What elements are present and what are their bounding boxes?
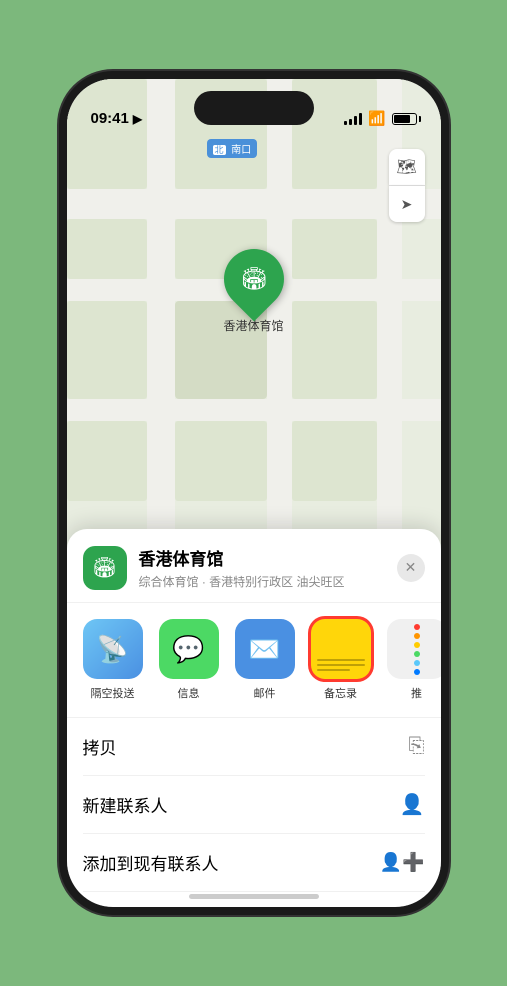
location-info: 香港体育馆 综合体育馆 · 香港特别行政区 油尖旺区 xyxy=(139,545,397,590)
bottom-sheet: 🏟 香港体育馆 综合体育馆 · 香港特别行政区 油尖旺区 ✕ 📡 隔空投送 💬 xyxy=(67,529,441,907)
mail-label: 邮件 xyxy=(254,685,276,701)
location-subtitle: 综合体育馆 · 香港特别行政区 油尖旺区 xyxy=(139,573,397,590)
notes-icon xyxy=(311,619,371,679)
airdrop-label: 隔空投送 xyxy=(91,685,135,701)
share-item-notes[interactable]: 备忘录 xyxy=(311,619,371,701)
map-view-toggle-button[interactable]: 🗺 xyxy=(389,149,425,185)
wifi-icon: 📶 xyxy=(368,110,385,127)
status-icons: 📶 xyxy=(344,110,416,127)
add-existing-label: 添加到现有联系人 xyxy=(83,850,219,875)
map-controls[interactable]: 🗺 ➤ xyxy=(389,149,425,222)
status-time: 09:41 xyxy=(91,110,129,127)
location-button[interactable]: ➤ xyxy=(389,186,425,222)
action-list: 拷贝 ⎘ 新建联系人 👤 添加到现有联系人 👤➕ 添加到新快速备忘录 📋 打印 … xyxy=(67,718,441,915)
location-pin: 🏟 香港体育馆 xyxy=(223,249,283,334)
phone-frame: 09:41 ▶ 📶 xyxy=(59,71,449,915)
action-new-contact[interactable]: 新建联系人 👤 xyxy=(83,776,425,834)
share-item-messages[interactable]: 💬 信息 xyxy=(159,619,219,701)
new-contact-label: 新建联系人 xyxy=(83,792,168,817)
home-indicator xyxy=(189,894,319,899)
battery-icon xyxy=(392,113,417,125)
location-card: 🏟 香港体育馆 综合体育馆 · 香港特别行政区 油尖旺区 ✕ xyxy=(67,529,441,603)
messages-label: 信息 xyxy=(178,685,200,701)
new-contact-icon: 👤 xyxy=(400,792,425,817)
more-icon xyxy=(387,619,441,679)
share-item-airdrop[interactable]: 📡 隔空投送 xyxy=(83,619,143,701)
quick-note-label: 添加到新快速备忘录 xyxy=(83,908,236,915)
share-item-mail[interactable]: ✉️ 邮件 xyxy=(235,619,295,701)
dynamic-island xyxy=(194,91,314,125)
location-arrow-icon: ▶ xyxy=(133,112,142,126)
copy-icon: ⎘ xyxy=(409,735,425,758)
signal-bars-icon xyxy=(344,113,362,125)
share-item-more[interactable]: 推 xyxy=(387,619,441,701)
map-entrance-label: 北 南口 xyxy=(207,139,258,158)
pin-circle: 🏟 xyxy=(211,237,296,322)
add-existing-icon: 👤➕ xyxy=(380,852,425,873)
more-label: 推 xyxy=(411,685,422,701)
messages-icon: 💬 xyxy=(159,619,219,679)
location-name: 香港体育馆 xyxy=(139,545,397,570)
mail-icon: ✉️ xyxy=(235,619,295,679)
close-button[interactable]: ✕ xyxy=(397,554,425,582)
action-copy[interactable]: 拷贝 ⎘ xyxy=(83,718,425,776)
pin-icon: 🏟 xyxy=(240,266,268,292)
airdrop-icon: 📡 xyxy=(83,619,143,679)
copy-label: 拷贝 xyxy=(83,734,117,759)
notes-label: 备忘录 xyxy=(324,685,357,701)
quick-note-icon: 📋 xyxy=(400,908,425,915)
action-add-existing-contact[interactable]: 添加到现有联系人 👤➕ xyxy=(83,834,425,892)
map-area: 北 南口 🗺 ➤ 🏟 香港体育馆 xyxy=(67,79,441,559)
share-row: 📡 隔空投送 💬 信息 ✉️ 邮件 xyxy=(67,603,441,718)
location-card-icon: 🏟 xyxy=(83,546,127,590)
